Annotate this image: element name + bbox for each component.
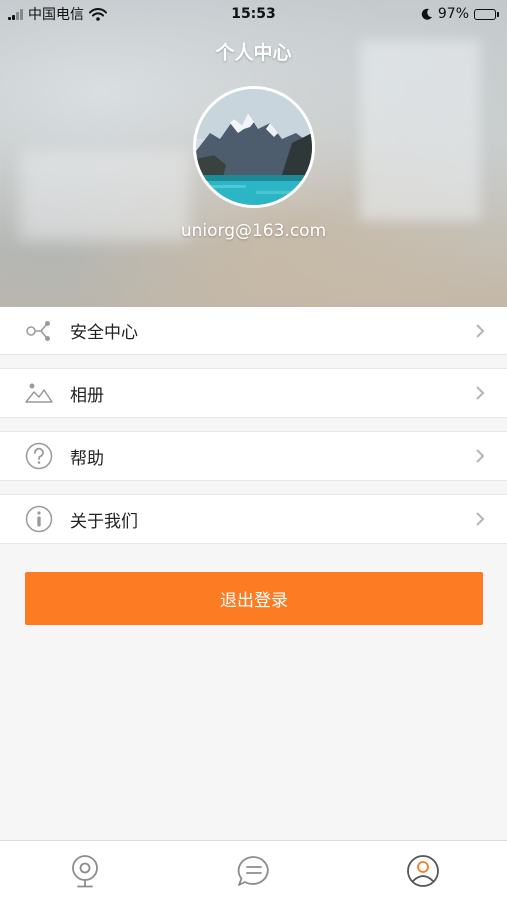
wifi-icon [89, 7, 107, 21]
menu-item-label: 帮助 [70, 448, 104, 469]
camera-icon [71, 854, 98, 887]
help-circle-icon [24, 441, 54, 471]
user-email: uniorg@163.com [180, 221, 327, 241]
info-circle-icon [24, 504, 54, 534]
menu-item-security-center[interactable]: 安全中心 [0, 307, 507, 355]
page-title: 个人中心 [215, 42, 292, 64]
chevron-right-icon [476, 449, 485, 463]
tab-camera[interactable] [0, 841, 169, 900]
profile-header: 中国电信 15:53 97% 个人中心 uniorg@163.com [0, 0, 507, 307]
avatar[interactable] [193, 86, 315, 208]
mountain-lake-avatar [196, 89, 312, 205]
tab-messages[interactable] [169, 841, 338, 900]
menu-item-album[interactable]: 相册 [0, 368, 507, 418]
share-nodes-icon [24, 316, 54, 346]
chevron-right-icon [476, 512, 485, 526]
menu-item-about-us[interactable]: 关于我们 [0, 494, 507, 544]
logout-button[interactable]: 退出登录 [25, 572, 483, 625]
battery-charging-icon [474, 8, 499, 20]
menu-item-label: 相册 [70, 385, 104, 406]
menu-item-help[interactable]: 帮助 [0, 431, 507, 481]
tab-bar [0, 840, 507, 900]
landscape-picture-icon [24, 378, 54, 408]
status-bar: 中国电信 15:53 97% [0, 0, 507, 28]
carrier-label: 中国电信 [28, 7, 84, 23]
battery-percent: 97% [437, 6, 469, 22]
menu-item-label: 安全中心 [70, 323, 138, 343]
profile-menu: 安全中心 相册 帮助 关于我们 [0, 307, 507, 557]
user-icon [406, 854, 439, 887]
signal-icon [8, 8, 23, 20]
tab-profile[interactable] [338, 841, 507, 900]
chevron-right-icon [476, 323, 485, 338]
chevron-right-icon [476, 386, 485, 400]
message-icon [237, 855, 269, 886]
menu-item-label: 关于我们 [70, 511, 138, 532]
moon-icon [421, 8, 432, 20]
